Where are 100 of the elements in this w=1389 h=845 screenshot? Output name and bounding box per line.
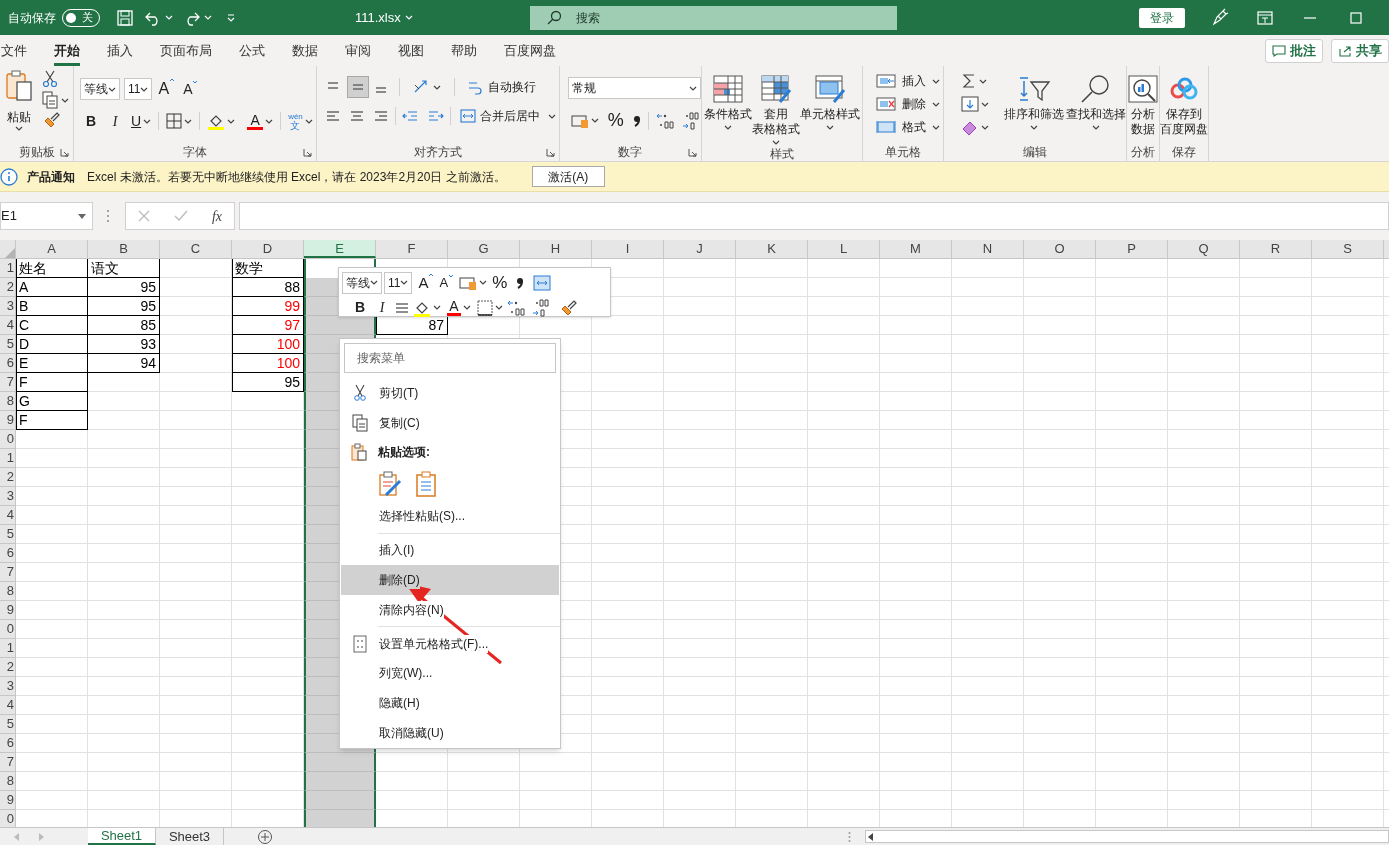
increase-decimal-icon[interactable]	[654, 111, 675, 130]
merge-icon[interactable]	[533, 274, 552, 291]
ribbon-tab[interactable]: 插入	[107, 35, 133, 66]
dialog-launcher-icon[interactable]	[302, 147, 312, 157]
increase-indent-icon[interactable]	[427, 109, 444, 123]
row-header[interactable]: 3	[0, 677, 16, 696]
row-header[interactable]: 9	[0, 411, 16, 430]
row-header[interactable]: 2	[0, 658, 16, 677]
row-header[interactable]: 1	[0, 259, 16, 278]
cell-styles-button[interactable]: 单元格样式	[799, 66, 860, 145]
ribbon-tab[interactable]: 审阅	[345, 35, 371, 66]
row-header[interactable]: 4	[0, 696, 16, 715]
row-header[interactable]: 3	[0, 487, 16, 506]
row-header[interactable]: 9	[0, 601, 16, 620]
grow-font-button[interactable]: A	[418, 271, 435, 294]
column-header[interactable]: G	[448, 240, 520, 258]
maximize-icon[interactable]	[1349, 10, 1363, 25]
customize-icon[interactable]	[226, 12, 236, 23]
italic-button[interactable]: I	[104, 110, 126, 132]
ribbon-tab[interactable]: 公式	[239, 35, 265, 66]
underline-button[interactable]: U	[128, 110, 155, 132]
format-as-table-button[interactable]: 套用 表格格式	[751, 66, 800, 145]
column-header[interactable]: C	[160, 240, 232, 258]
activate-button[interactable]: 激活(A)	[531, 166, 605, 187]
comments-button[interactable]: 批注	[1265, 38, 1323, 63]
font-size-select[interactable]: 11	[384, 271, 413, 294]
sort-filter-button[interactable]: 排序和筛选	[1003, 66, 1064, 143]
row-header[interactable]: 6	[0, 544, 16, 563]
decrease-decimal-icon[interactable]	[531, 298, 551, 317]
menu-item[interactable]: 设置单元格格式(F)...	[341, 628, 559, 659]
save-icon[interactable]	[116, 8, 134, 27]
format-painter-icon[interactable]	[559, 299, 577, 316]
row-header[interactable]: 0	[0, 430, 16, 449]
font-color-button[interactable]: A	[244, 110, 277, 132]
ribbon-tab[interactable]: 帮助	[451, 35, 477, 66]
number-format-select[interactable]: 常规	[567, 77, 701, 99]
percent-button[interactable]: %	[607, 107, 624, 134]
dialog-launcher-icon[interactable]	[687, 147, 697, 157]
dialog-launcher-icon[interactable]	[60, 147, 69, 157]
column-header[interactable]: B	[88, 240, 160, 258]
align-center-icon[interactable]	[394, 300, 410, 315]
menu-item[interactable]: 剪切(T)	[341, 377, 559, 408]
splitter-icon[interactable]	[848, 830, 851, 843]
menu-item[interactable]: 选择性粘贴(S)...	[341, 501, 559, 532]
menu-search-field[interactable]: 搜索菜单	[344, 343, 556, 373]
column-header[interactable]: H	[520, 240, 592, 258]
row-header[interactable]: 2	[0, 468, 16, 487]
ribbon-tab[interactable]: 数据	[292, 35, 318, 66]
ribbon-tab[interactable]: 页面布局	[160, 35, 212, 66]
merge-center-button[interactable]: 合并后居中	[456, 105, 559, 127]
row-header[interactable]: 0	[0, 810, 16, 827]
insert-function-button[interactable]: fx	[211, 205, 222, 227]
align-center-icon[interactable]	[348, 109, 365, 123]
bold-button[interactable]: B	[80, 110, 102, 132]
increase-decimal-icon[interactable]	[506, 298, 526, 317]
row-header[interactable]: 2	[0, 278, 16, 297]
ribbon-tab[interactable]: 文件	[1, 35, 27, 66]
align-left-icon[interactable]	[324, 109, 341, 123]
font-color-button[interactable]: A	[444, 296, 474, 319]
save-to-cloud-button[interactable]: 保存到 百度网盘	[1159, 66, 1208, 143]
row-header[interactable]: 5	[0, 715, 16, 734]
row-header[interactable]: 7	[0, 563, 16, 582]
decrease-decimal-icon[interactable]	[680, 111, 701, 130]
column-header[interactable]: L	[808, 240, 880, 258]
row-header[interactable]: 1	[0, 639, 16, 658]
percent-button[interactable]: %	[492, 270, 508, 296]
row-header[interactable]: 6	[0, 354, 16, 373]
analyze-data-button[interactable]: 分析 数据	[1126, 66, 1159, 143]
paste-button[interactable]: 粘贴	[4, 70, 34, 143]
font-name-select[interactable]: 等线	[342, 271, 382, 294]
row-header[interactable]: 7	[0, 753, 16, 772]
row-header[interactable]: 6	[0, 734, 16, 753]
scroll-left-icon[interactable]	[866, 831, 876, 842]
column-header[interactable]: E	[304, 240, 376, 258]
filename-button[interactable]: 111.xlsx	[355, 7, 413, 28]
column-header[interactable]: I	[592, 240, 664, 258]
find-select-button[interactable]: 查找和选择	[1065, 66, 1126, 143]
bold-button[interactable]: B	[350, 296, 370, 319]
menu-item[interactable]: 列宽(W)...	[341, 658, 559, 689]
menu-item[interactable]: 插入(I)	[341, 535, 559, 565]
column-header[interactable]: O	[1024, 240, 1096, 258]
ribbon-display-icon[interactable]	[1257, 10, 1273, 25]
row-header[interactable]: 0	[0, 620, 16, 639]
phonetic-button[interactable]: wén 文	[285, 110, 316, 132]
row-header[interactable]: 8	[0, 582, 16, 601]
share-button[interactable]: 共享	[1331, 38, 1389, 63]
formula-input[interactable]	[239, 202, 1389, 230]
menu-item[interactable]: 取消隐藏(U)	[341, 718, 559, 749]
column-header[interactable]: K	[736, 240, 808, 258]
ribbon-tab[interactable]: 视图	[398, 35, 424, 66]
column-header[interactable]: S	[1312, 240, 1384, 258]
paste-values-icon[interactable]	[416, 471, 436, 498]
sheet-tab[interactable]: Sheet1	[88, 828, 156, 845]
search-field[interactable]: 搜索	[530, 5, 897, 30]
shrink-font-button[interactable]: A	[183, 78, 199, 100]
menu-item[interactable]: 隐藏(H)	[341, 688, 559, 719]
conditional-format-button[interactable]: 条件格式	[703, 66, 752, 145]
dialog-launcher-icon[interactable]	[545, 147, 555, 157]
horizontal-scrollbar[interactable]	[865, 830, 1389, 843]
menu-item[interactable]: 复制(C)	[341, 407, 559, 438]
